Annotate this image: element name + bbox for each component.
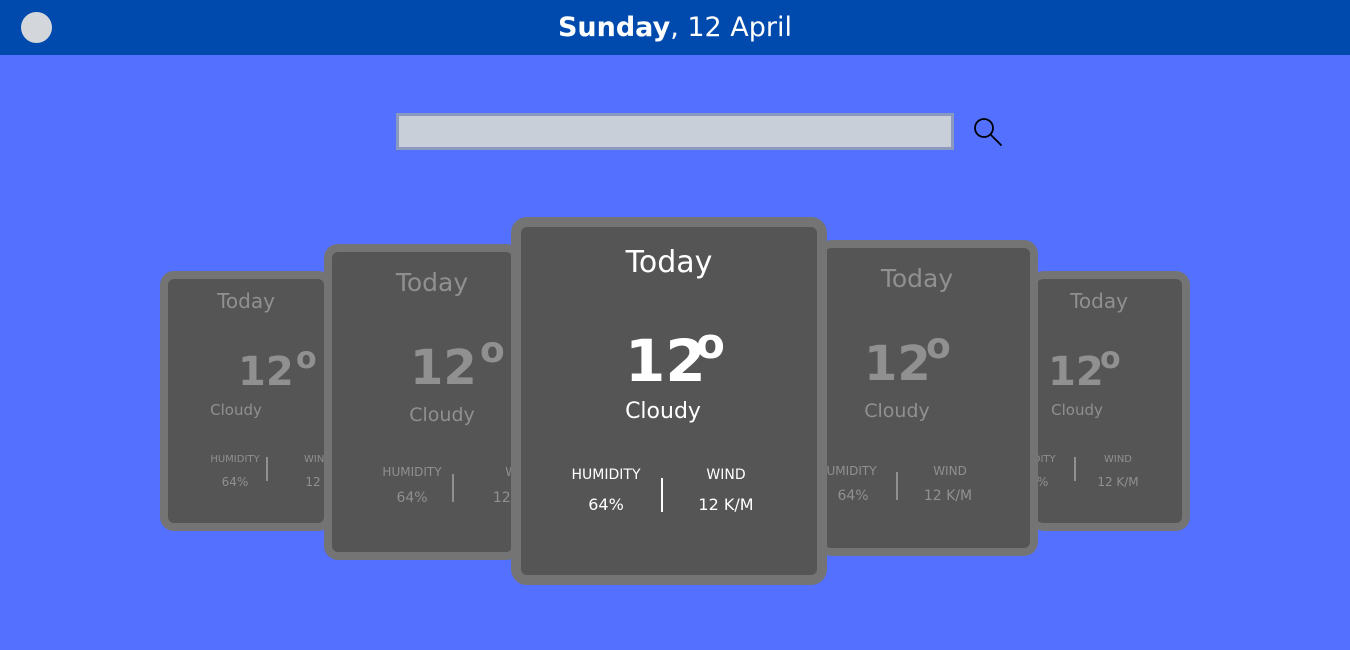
day-label: Sunday: [557, 12, 671, 43]
degree-symbol: o: [480, 330, 505, 371]
temperature-value: 12: [238, 349, 294, 395]
wind-value: 12 K/M: [1097, 475, 1139, 489]
card-title: Today: [625, 245, 713, 280]
condition-label: Cloudy: [210, 401, 262, 419]
humidity-label: HUMIDITY: [818, 464, 877, 478]
degree-symbol: o: [1100, 341, 1121, 376]
wind-label: WIND: [706, 467, 746, 483]
condition-label: Cloudy: [625, 399, 701, 424]
card-title: Today: [1070, 289, 1128, 313]
wind-label: WIND: [1103, 454, 1133, 465]
search-button[interactable]: [970, 114, 1004, 148]
card-title: Today: [395, 268, 469, 297]
weather-card-far-right[interactable]: Today 12 o Cloudy HUMIDITY 64% WIND 12 K…: [1030, 271, 1190, 531]
stat-divider: [896, 472, 898, 500]
stat-divider: [661, 478, 663, 512]
stat-divider: [452, 474, 454, 502]
temperature-value: 12: [1048, 349, 1104, 395]
top-bar: Sunday, 12 April: [0, 0, 1350, 55]
humidity-label: HUMIDITY: [382, 465, 442, 479]
temperature-value: 12: [864, 336, 931, 392]
condition-label: Cloudy: [1051, 401, 1103, 419]
weather-card-far-left[interactable]: Today 12 o Cloudy HUMIDITY 64% WIND 12 K…: [160, 271, 332, 531]
degree-symbol: o: [696, 319, 725, 368]
humidity-value: 64%: [588, 495, 624, 514]
search-icon: [974, 118, 1002, 146]
temperature-value: 12: [410, 340, 477, 396]
degree-symbol: o: [296, 341, 317, 376]
humidity-label: HUMIDITY: [571, 467, 641, 483]
stat-divider: [266, 457, 268, 481]
condition-label: Cloudy: [864, 400, 930, 422]
wind-value: 12 K/M: [698, 495, 754, 514]
weather-card-mid-left[interactable]: Today 12 o Cloudy HUMIDITY 64% WIND 12 K…: [324, 244, 520, 560]
weather-card-mid-right[interactable]: Today 12 o Cloudy HUMIDITY 64% WIND 12 K…: [818, 240, 1038, 556]
card-title: Today: [880, 264, 954, 293]
search-input[interactable]: [396, 113, 954, 150]
stat-divider: [1074, 457, 1076, 481]
page-title: Sunday, 12 April: [0, 0, 1350, 55]
card-title: Today: [217, 289, 275, 313]
humidity-value: 64%: [396, 490, 428, 506]
temperature-value: 12: [625, 327, 706, 395]
date-label: , 12 April: [670, 12, 793, 43]
wind-label: WIND: [933, 464, 967, 478]
degree-symbol: o: [926, 326, 951, 367]
humidity-value: 64%: [837, 488, 869, 504]
condition-label: Cloudy: [409, 404, 475, 426]
wind-value: 12 K/M: [923, 488, 973, 504]
weather-card-today[interactable]: Today 12 o Cloudy HUMIDITY 64% WIND 12 K…: [511, 217, 827, 585]
